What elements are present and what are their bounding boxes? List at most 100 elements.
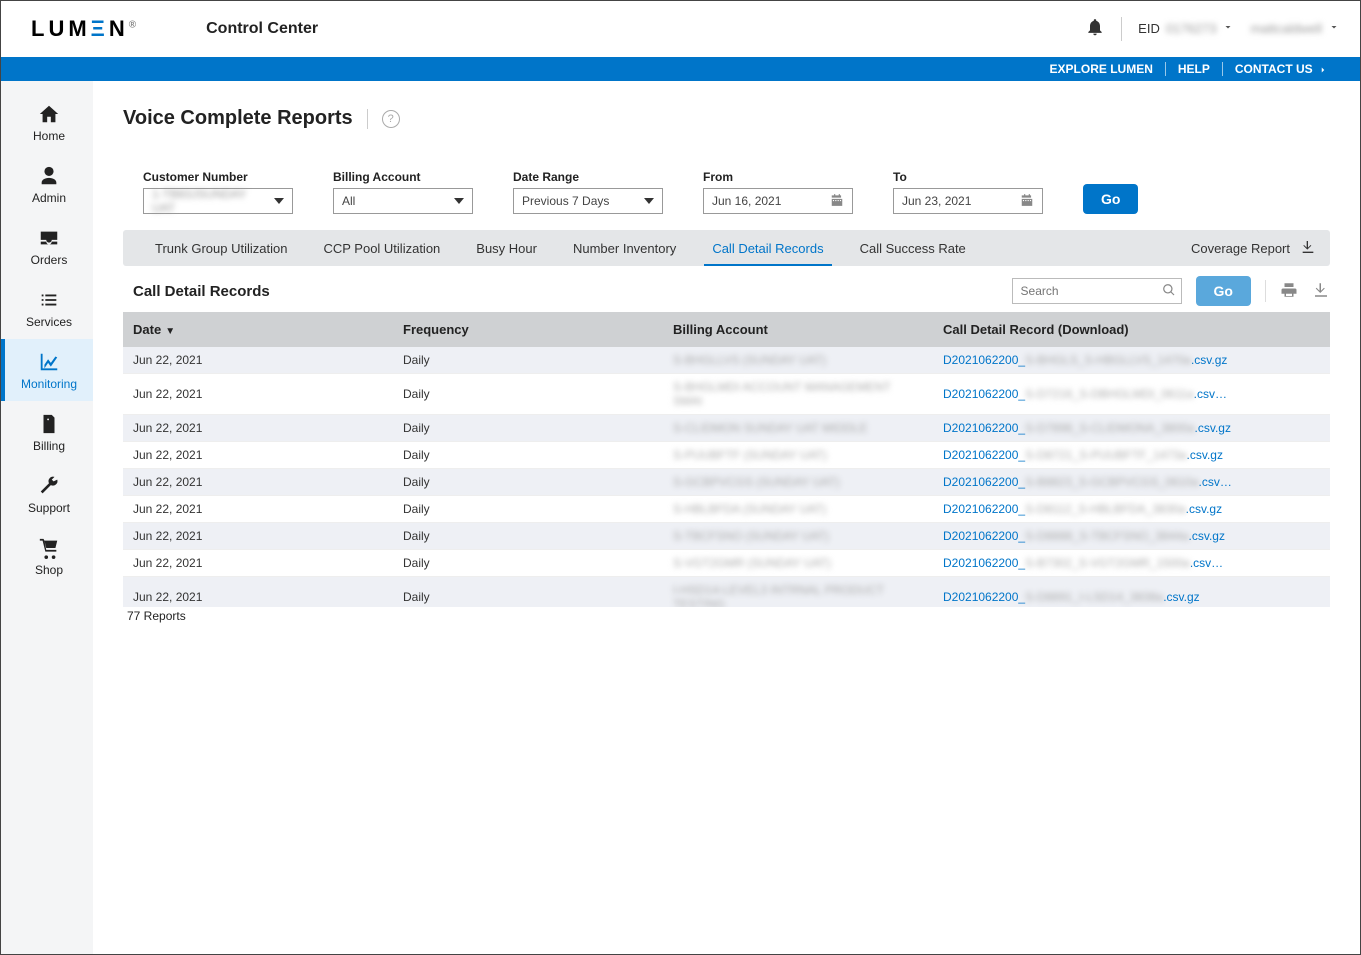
- customer-number-select[interactable]: 1-TB83JSUNDAY UAT: [143, 188, 293, 214]
- sidebar-item-support[interactable]: Support: [1, 463, 93, 525]
- cell-date: Jun 22, 2021: [123, 523, 393, 550]
- search-go-button[interactable]: Go: [1196, 276, 1251, 306]
- col-header-frequency[interactable]: Frequency: [393, 312, 663, 347]
- sidebar-item-home[interactable]: Home: [1, 91, 93, 153]
- cell-billing-account: S-PUUBFTF (SUNDAY UAT): [663, 442, 933, 469]
- cell-frequency: Daily: [393, 347, 663, 374]
- col-header-download[interactable]: Call Detail Record (Download): [933, 312, 1330, 347]
- caret-down-icon: [454, 198, 464, 204]
- tab-trunk-group[interactable]: Trunk Group Utilization: [137, 230, 305, 266]
- sidebar-item-label: Admin: [32, 191, 66, 205]
- sidebar-item-shop[interactable]: Shop: [1, 525, 93, 587]
- cell-date: Jun 22, 2021: [123, 550, 393, 577]
- help-icon[interactable]: ?: [382, 110, 400, 128]
- date-range-select[interactable]: Previous 7 Days: [513, 188, 663, 214]
- filter-label: From: [703, 170, 853, 184]
- cdr-table-body: Jun 22, 2021DailyS-BHGLLVS (SUNDAY UAT)D…: [123, 347, 1330, 607]
- app-title: Control Center: [206, 20, 318, 38]
- sidebar-item-orders[interactable]: Orders: [1, 215, 93, 277]
- download-icon[interactable]: [1300, 239, 1316, 258]
- search-input[interactable]: [1012, 278, 1182, 304]
- filter-row: Customer Number 1-TB83JSUNDAY UAT Billin…: [123, 170, 1330, 214]
- chevron-down-icon: [1222, 21, 1234, 36]
- download-link[interactable]: D2021062200_S-D7216_S-DBHGLMDI_0611a.csv…: [943, 387, 1227, 401]
- tabs-bar: Trunk Group Utilization CCP Pool Utiliza…: [123, 230, 1330, 266]
- sidebar-item-admin[interactable]: Admin: [1, 153, 93, 215]
- tab-number-inventory[interactable]: Number Inventory: [555, 230, 694, 266]
- notifications-icon[interactable]: [1085, 17, 1105, 40]
- cell-billing-account: S-BHGLMDI ACCOUNT MANAGEMENT SMAI: [663, 374, 933, 415]
- chart-icon: [38, 351, 60, 373]
- eid-label: EID: [1138, 21, 1160, 36]
- sidebar-item-monitoring[interactable]: Monitoring: [1, 339, 93, 401]
- filter-billing-account: Billing Account All: [333, 170, 473, 214]
- table-row: Jun 22, 2021DailyS-HBLBFDA (SUNDAY UAT)D…: [123, 496, 1330, 523]
- cell-date: Jun 22, 2021: [123, 415, 393, 442]
- utility-bar: EXPLORE LUMEN HELP CONTACT US: [1, 57, 1360, 81]
- cell-download: D2021062200_S-D8891_I-LSD14_3838a.csv.gz: [933, 577, 1330, 608]
- to-date-input[interactable]: Jun 23, 2021: [893, 188, 1043, 214]
- help-link[interactable]: HELP: [1166, 62, 1222, 76]
- table-row: Jun 22, 2021DailyS-CLIDMON SUNDAY UAT MI…: [123, 415, 1330, 442]
- calendar-icon: [1020, 193, 1034, 210]
- sidebar-item-label: Home: [33, 129, 65, 143]
- sidebar-item-label: Monitoring: [21, 377, 77, 391]
- col-header-billing-account[interactable]: Billing Account: [663, 312, 933, 347]
- cell-download: D2021062200_S-D8112_S-HBLBFDA_3830a.csv.…: [933, 496, 1330, 523]
- download-link[interactable]: D2021062200_S-D8721_S-PUUBFTF_1473a.csv.…: [943, 448, 1223, 462]
- list-icon: [38, 289, 60, 311]
- download-link[interactable]: D2021062200_S-B7302_S-VGT2GMR_1500a.csv…: [943, 556, 1223, 570]
- cell-date: Jun 22, 2021: [123, 577, 393, 608]
- go-button[interactable]: Go: [1083, 184, 1138, 214]
- download-link[interactable]: D2021062200_S-BHGLS_S-HBGLLVS_1470a.csv.…: [943, 353, 1227, 367]
- col-header-date[interactable]: Date▼: [123, 312, 393, 347]
- tabs-right: Coverage Report: [1191, 239, 1316, 258]
- coverage-report-link[interactable]: Coverage Report: [1191, 241, 1290, 256]
- tab-ccp-pool[interactable]: CCP Pool Utilization: [305, 230, 458, 266]
- sidebar-item-label: Services: [26, 315, 72, 329]
- sidebar-item-label: Orders: [31, 253, 68, 267]
- sidebar-item-billing[interactable]: Billing: [1, 401, 93, 463]
- sidebar: Home Admin Orders Services Monitoring Bi…: [1, 81, 93, 954]
- cell-date: Jun 22, 2021: [123, 496, 393, 523]
- search-wrap: [1012, 278, 1182, 304]
- tab-call-success-rate[interactable]: Call Success Rate: [842, 230, 984, 266]
- download-link[interactable]: D2021062200_S-D8888_S-TBCFSNO_3844a.csv.…: [943, 529, 1225, 543]
- page-title: Voice Complete Reports: [123, 107, 353, 130]
- cell-download: D2021062200_S-D8721_S-PUUBFTF_1473a.csv.…: [933, 442, 1330, 469]
- cell-billing-account: S-HBLBFDA (SUNDAY UAT): [663, 496, 933, 523]
- filter-customer-number: Customer Number 1-TB83JSUNDAY UAT: [143, 170, 293, 214]
- from-date-input[interactable]: Jun 16, 2021: [703, 188, 853, 214]
- eid-dropdown[interactable]: EID 0176273: [1138, 21, 1234, 36]
- download-icon[interactable]: [1312, 281, 1330, 302]
- sidebar-item-services[interactable]: Services: [1, 277, 93, 339]
- filter-label: Date Range: [513, 170, 663, 184]
- contact-us-link[interactable]: CONTACT US: [1223, 62, 1340, 76]
- search-icon[interactable]: [1162, 283, 1176, 300]
- user-dropdown[interactable]: mattcaldwell: [1250, 21, 1340, 36]
- page-title-row: Voice Complete Reports ?: [123, 107, 1330, 130]
- cell-download: D2021062200_S-D8888_S-TBCFSNO_3844a.csv.…: [933, 523, 1330, 550]
- calendar-icon: [830, 193, 844, 210]
- explore-lumen-link[interactable]: EXPLORE LUMEN: [1038, 62, 1165, 76]
- cell-billing-account: I-HSD14-LEVEL3 INTRNAL PRODUCT TESTING: [663, 577, 933, 608]
- download-link[interactable]: D2021062200_S-D8891_I-LSD14_3838a.csv.gz: [943, 590, 1200, 604]
- table-scroll[interactable]: Jun 22, 2021DailyS-BHGLLVS (SUNDAY UAT)D…: [123, 347, 1330, 607]
- table-row: Jun 22, 2021DailyS-VGT2GMR (SUNDAY UAT)D…: [123, 550, 1330, 577]
- cell-frequency: Daily: [393, 415, 663, 442]
- filter-from: From Jun 16, 2021: [703, 170, 853, 214]
- table-row: Jun 22, 2021DailyS-PUUBFTF (SUNDAY UAT)D…: [123, 442, 1330, 469]
- cell-date: Jun 22, 2021: [123, 347, 393, 374]
- billing-account-select[interactable]: All: [333, 188, 473, 214]
- cell-frequency: Daily: [393, 374, 663, 415]
- download-link[interactable]: D2021062200_S-D8112_S-HBLBFDA_3830a.csv.…: [943, 502, 1222, 516]
- cell-date: Jun 22, 2021: [123, 374, 393, 415]
- tab-call-detail-records[interactable]: Call Detail Records: [694, 230, 841, 266]
- cell-frequency: Daily: [393, 523, 663, 550]
- tab-busy-hour[interactable]: Busy Hour: [458, 230, 555, 266]
- print-icon[interactable]: [1280, 281, 1298, 302]
- cell-download: D2021062200_S-D7898_S-CLIDMONA_3800a.csv…: [933, 415, 1330, 442]
- download-link[interactable]: D2021062200_S-D7898_S-CLIDMONA_3800a.csv…: [943, 421, 1231, 435]
- download-link[interactable]: D2021062200_S-B8823_S-GCBPVCGS_0610a.csv…: [943, 475, 1232, 489]
- user-icon: [38, 165, 60, 187]
